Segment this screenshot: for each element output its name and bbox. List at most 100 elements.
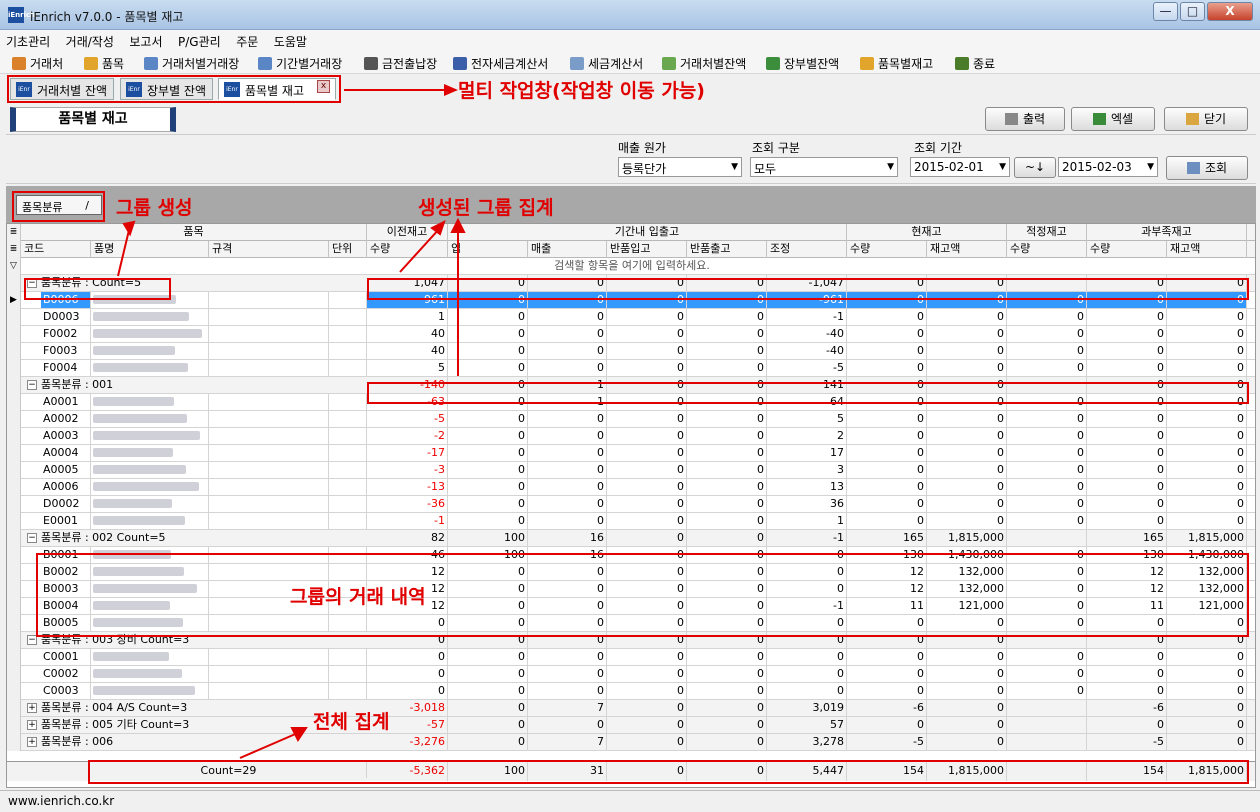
menu-transaction[interactable]: 거래/작성 [60,30,120,50]
table-row[interactable]: A0006 -13 0 0 0 0 13 0 0 0 0 0 [7,479,1255,496]
value-cell: -5 [847,734,927,750]
item-name [91,683,209,699]
table-row[interactable]: C0002 0 0 0 0 0 0 0 0 0 0 0 [7,666,1255,683]
column-header[interactable]: 재고액 [1167,241,1247,258]
column-header[interactable]: 조정 [767,241,847,258]
item-name [91,666,209,682]
value-cell: 0 [687,649,767,665]
close-window-button[interactable]: X [1207,2,1253,21]
table-row[interactable]: A0002 -5 0 0 0 0 5 0 0 0 0 0 [7,411,1255,428]
menu-order[interactable]: 주문 [230,30,264,50]
menu-basic[interactable]: 기초관리 [0,30,56,50]
box-icon [860,57,874,70]
value-cell: 0 [448,513,528,529]
grid-filter-row[interactable]: ▽ 검색할 항목을 여기에 입력하세요. [7,258,1255,275]
excel-icon [1092,113,1106,125]
value-cell: 0 [1167,445,1247,461]
toolbar-book-button[interactable]: 금전출납장 [364,55,437,72]
column-header[interactable]: 수량 [847,241,927,258]
table-row[interactable]: F0004 5 0 0 0 0 -5 0 0 0 0 0 [7,360,1255,377]
toolbar-pencil-button[interactable]: 거래처별잔액 [662,55,746,72]
book-icon [364,57,378,70]
group-row[interactable]: + 품목분류 : 006 -3,276 0 7 0 0 3,278 -5 0 -5 0 [7,734,1255,751]
row-indicator [7,309,21,326]
toolbar-ledger-button[interactable]: 거래처별거래장 [144,55,239,72]
close-button[interactable]: 닫기 [1164,107,1248,131]
column-header[interactable]: 재고액 [927,241,1007,258]
value-cell: 40 [367,343,448,359]
table-row[interactable]: A0004 -17 0 0 0 0 17 0 0 0 0 0 [7,445,1255,462]
table-row[interactable]: A0005 -3 0 0 0 0 3 0 0 0 0 0 [7,462,1255,479]
table-row[interactable]: D0003 1 0 0 0 0 -1 0 0 0 0 0 [7,309,1255,326]
maximize-button[interactable]: □ [1180,2,1205,21]
date-from-picker[interactable]: 2015-02-01 ▼ [910,157,1010,177]
collapse-icon[interactable]: − [27,533,37,543]
band-header-cell: 과부족재고 [1087,224,1247,241]
query-button[interactable]: 조회 [1166,156,1248,180]
row-indicator: ≣ [7,241,21,258]
group-row[interactable]: + 품목분류 : 005 기타 Count=3 -57 0 0 0 0 57 0 0 0 0 [7,717,1255,734]
group-row[interactable]: − 품목분류 : 002 Count=5 82 100 16 0 0 -1 165 1,815,0… [7,530,1255,547]
table-row[interactable]: F0002 40 0 0 0 0 -40 0 0 0 0 0 [7,326,1255,343]
menu-pg[interactable]: P/G관리 [172,30,227,50]
value-cell: 5 [767,411,847,427]
expand-icon[interactable]: + [27,703,37,713]
chevron-down-icon: ▼ [887,162,894,172]
toolbar-box-button[interactable]: 품목 [84,55,124,72]
group-row[interactable]: + 품목분류 : 004 A/S Count=3 -3,018 0 7 0 0 3,019 -6… [7,700,1255,717]
minimize-button[interactable]: — [1153,2,1178,21]
table-row[interactable]: E0001 -1 0 0 0 0 1 0 0 0 0 0 [7,513,1255,530]
column-header[interactable]: 입 [448,241,528,258]
value-cell: 0 [687,479,767,495]
row-indicator [7,513,21,530]
row-indicator [7,326,21,343]
column-header[interactable]: 매출 [528,241,607,258]
toolbar-people-button[interactable]: 거래처 [12,55,63,72]
value-cell: 0 [1087,445,1167,461]
collapse-icon[interactable]: − [27,380,37,390]
group-chip-highlight-box [12,191,105,222]
column-header[interactable]: 단위 [329,241,367,258]
query-type-select[interactable]: 모두 ▼ [750,157,898,177]
expand-icon[interactable]: + [27,737,37,747]
expand-icon[interactable]: + [27,720,37,730]
excel-button[interactable]: 엑셀 [1071,107,1155,131]
column-header[interactable]: 수량 [367,241,448,258]
item-spec [209,394,329,410]
value-cell: -40 [767,343,847,359]
column-header[interactable]: 수량 [1087,241,1167,258]
toolbar-invoice-button[interactable]: 전자세금계산서 [453,55,548,72]
value-cell: 0 [1087,428,1167,444]
column-header[interactable]: 수량 [1007,241,1087,258]
table-row[interactable]: F0003 40 0 0 0 0 -40 0 0 0 0 0 [7,343,1255,360]
column-header[interactable]: 규격 [209,241,329,258]
date-to-picker[interactable]: 2015-02-03 ▼ [1058,157,1158,177]
table-row[interactable]: C0001 0 0 0 0 0 0 0 0 0 0 0 [7,649,1255,666]
toolbar-money-button[interactable]: 장부별잔액 [766,55,839,72]
menu-report[interactable]: 보고서 [123,30,168,50]
value-cell: 0 [687,326,767,342]
date-swap-button[interactable]: ~↓ [1014,157,1056,178]
cost-select[interactable]: 등록단가 ▼ [618,157,742,177]
value-cell: 0 [1087,513,1167,529]
table-row[interactable]: C0003 0 0 0 0 0 0 0 0 0 0 0 [7,683,1255,700]
title-bar: iEnrich iEnrich v7.0.0 - 품목별 재고 — □ X [0,0,1260,30]
toolbar-ledger-button[interactable]: 기간별거래장 [258,55,342,72]
column-header[interactable]: 코드 [21,241,91,258]
toolbar-document-button[interactable]: 세금계산서 [570,55,643,72]
value-cell: 0 [607,649,687,665]
toolbar-box-button[interactable]: 품목별재고 [860,55,933,72]
menu-help[interactable]: 도움말 [268,30,313,50]
column-header[interactable]: 반품출고 [687,241,767,258]
value-cell: 0 [607,445,687,461]
search-icon [1186,162,1200,174]
table-row[interactable]: D0002 -36 0 0 0 0 36 0 0 0 0 0 [7,496,1255,513]
table-row[interactable]: A0003 -2 0 0 0 0 2 0 0 0 0 0 [7,428,1255,445]
column-header[interactable]: 품명 [91,241,209,258]
print-button[interactable]: 출력 [985,107,1065,131]
item-name [91,411,209,427]
annotation-group-detail: 그룹의 거래 내역 [290,586,426,608]
value-cell: 0 [1087,479,1167,495]
column-header[interactable]: 반품입고 [607,241,687,258]
toolbar-exit-button[interactable]: 종료 [955,55,995,72]
